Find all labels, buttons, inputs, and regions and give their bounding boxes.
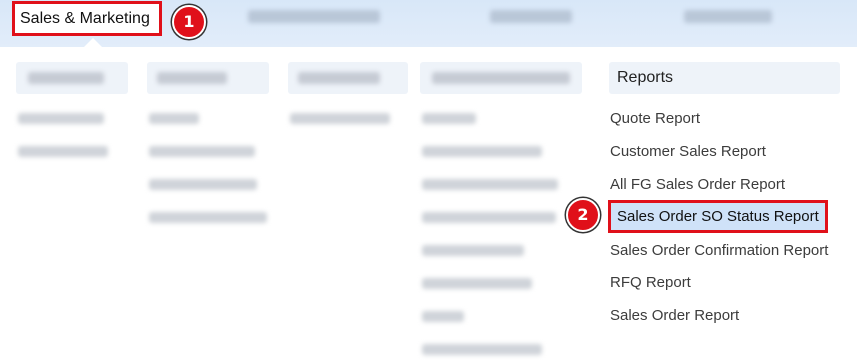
- menu-item-blurred[interactable]: [422, 311, 464, 322]
- menu-item-blurred[interactable]: [422, 278, 532, 289]
- menu-item-blurred[interactable]: [422, 179, 558, 190]
- menu-item-sales-order-confirmation-report[interactable]: Sales Order Confirmation Report: [610, 242, 828, 259]
- menu-column-header-blurred: [420, 62, 582, 94]
- step-badge-1: 1: [172, 5, 206, 39]
- menu-item-sales-order-so-status-report[interactable]: Sales Order SO Status Report: [608, 200, 828, 233]
- menu-item-blurred[interactable]: [422, 212, 556, 223]
- nav-item-blurred[interactable]: [684, 10, 772, 23]
- menu-column-header-blurred: [16, 62, 128, 94]
- menu-item-customer-sales-report[interactable]: Customer Sales Report: [610, 143, 766, 160]
- menu-item-blurred[interactable]: [149, 146, 255, 157]
- menu-item-blurred[interactable]: [422, 245, 524, 256]
- menu-item-all-fg-sales-order-report[interactable]: All FG Sales Order Report: [610, 176, 785, 193]
- menu-item-rfq-report[interactable]: RFQ Report: [610, 274, 691, 291]
- menu-column-header-blurred: [147, 62, 269, 94]
- step-badge-2: 2: [566, 198, 600, 232]
- menu-item-quote-report[interactable]: Quote Report: [610, 110, 700, 127]
- menu-item-blurred[interactable]: [290, 113, 390, 124]
- menu-item-blurred[interactable]: [422, 146, 542, 157]
- menu-item-blurred[interactable]: [149, 212, 267, 223]
- menu-item-blurred[interactable]: [18, 113, 104, 124]
- menu-item-sales-order-report[interactable]: Sales Order Report: [610, 307, 739, 324]
- menu-item-blurred[interactable]: [149, 113, 199, 124]
- menu-item-blurred[interactable]: [18, 146, 108, 157]
- nav-item-blurred[interactable]: [490, 10, 572, 23]
- menu-item-blurred[interactable]: [149, 179, 257, 190]
- menu-caret-pointer: [84, 38, 102, 47]
- menu-column-header-blurred: [288, 62, 408, 94]
- menu-item-blurred[interactable]: [422, 113, 476, 124]
- nav-item-sales-marketing[interactable]: Sales & Marketing: [12, 1, 162, 36]
- reports-column-header: Reports: [609, 62, 840, 94]
- menu-item-blurred[interactable]: [422, 344, 542, 355]
- nav-item-blurred[interactable]: [248, 10, 380, 23]
